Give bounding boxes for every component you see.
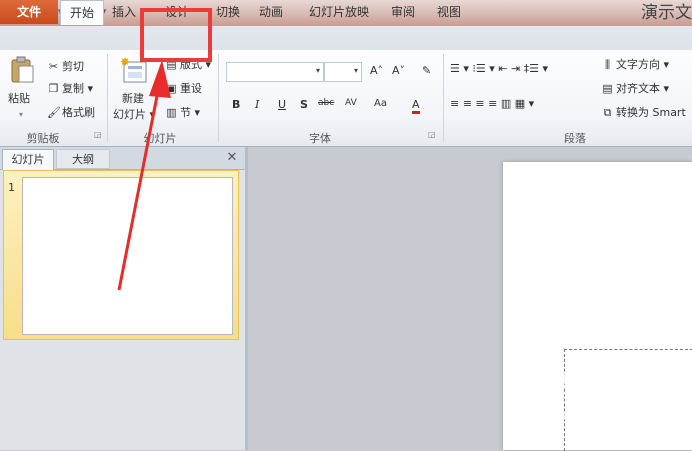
format-painter-button[interactable]: 🖌格式刷 [47,106,95,120]
tab-animations[interactable]: 动画 [256,0,286,24]
reset-button[interactable]: ▣ 重设 [165,82,202,96]
paste-button[interactable]: 粘贴 [8,92,30,106]
text-direction-icon: ⫼ [604,58,611,71]
clear-formatting-button[interactable]: ✎ [422,64,431,78]
paste-dropdown-icon[interactable]: ▾ [19,108,23,122]
new-slide-button[interactable]: 新建 [122,92,144,106]
watermark-logo-icon: S [513,362,549,398]
text-direction-button[interactable]: ⫼ 文字方向 ▾ [601,58,669,72]
tab-file[interactable]: 文件 [0,0,58,24]
window-title: 演示文 [641,3,692,23]
paragraph-group-label: 段落 [564,132,586,145]
group-divider [218,54,219,142]
cut-label: 剪切 [62,60,84,73]
watermark-url: zhinan.sogou.com [516,405,692,424]
font-group-label: 字体 [309,132,331,145]
copy-icon: ❐ [48,82,59,95]
new-slide-label: 幻灯片 [113,108,146,121]
group-divider [107,54,108,142]
tab-home[interactable]: 开始 [60,0,104,25]
align-text-label: 对齐文本 [616,82,660,95]
paragraph-list-controls[interactable]: ☰ ▾ ⁝☰ ▾ ⇤ ⇥ ‡☰ ▾ [450,62,548,76]
tab-review[interactable]: 审阅 [388,0,418,24]
font-color-button[interactable]: A [412,98,420,114]
reset-label: 重设 [180,82,202,95]
highlight-box [140,8,212,62]
chevron-down-icon: ▾ [315,66,320,75]
close-icon[interactable]: ✕ [225,150,239,166]
copy-label: 复制 [62,82,84,95]
chevron-down-icon: ▾ [353,66,358,75]
text-shadow-button[interactable]: S [300,98,308,111]
slide-thumbnail[interactable] [22,177,233,335]
watermark-text: 搜狗指南 [555,370,659,398]
strikethrough-button[interactable]: abc [318,98,334,108]
tab-transitions[interactable]: 切换 [210,0,240,24]
tab-view[interactable]: 视图 [434,0,464,24]
ribbon-tabs [0,26,692,51]
font-launcher-icon[interactable]: ◲ [428,130,438,140]
paragraph-align-controls[interactable]: ≡ ≡ ≡ ≡ ▥ ▦ ▾ [450,97,534,111]
new-slide-button-label[interactable]: 幻灯片 ▾ [113,108,155,122]
slides-group-label: 幻灯片 [143,132,177,145]
convert-smartart-label: 转换为 Smart [616,106,686,119]
grow-font-button[interactable]: A˄ [370,64,383,78]
font-size-combo[interactable]: ▾ [324,62,362,82]
tab-slideshow[interactable]: 幻灯片放映 [304,0,374,24]
section-icon: ▥ [166,106,177,119]
font-name-combo[interactable]: ▾ [226,62,324,82]
clipboard-group-label: 剪贴板 [26,132,60,145]
align-text-icon: ▤ [602,82,613,95]
format-painter-label: 格式刷 [62,106,95,119]
group-divider [443,54,444,142]
slide-number: 1 [8,181,15,194]
tab-outline[interactable]: 大纲 [56,149,110,169]
underline-button[interactable]: U [278,98,286,111]
bold-button[interactable]: B [232,98,240,111]
reset-icon: ▣ [166,82,177,95]
svg-text:✸: ✸ [120,56,130,69]
section-button[interactable]: ▥ 节 ▾ [165,106,200,120]
character-spacing-button[interactable]: AV [345,98,357,108]
copy-button[interactable]: ❐ 复制 ▾ [47,82,93,96]
convert-smartart-button[interactable]: ⧉ 转换为 Smart [601,106,686,120]
clipboard-launcher-icon[interactable]: ◲ [94,130,104,140]
tab-slides[interactable]: 幻灯片 [2,149,54,170]
cut-button[interactable]: ✂ 剪切 [47,60,84,74]
change-case-button[interactable]: Aa [374,98,387,109]
paste-icon[interactable] [9,56,35,84]
scissors-icon: ✂ [48,60,59,73]
italic-button[interactable]: I [255,98,259,111]
align-text-button[interactable]: ▤ 对齐文本 ▾ [601,82,669,96]
section-label: 节 [180,106,191,119]
smartart-icon: ⧉ [603,106,612,119]
shrink-font-button[interactable]: A˅ [392,64,405,78]
text-direction-label: 文字方向 [616,58,660,71]
format-painter-icon: 🖌 [47,106,61,119]
